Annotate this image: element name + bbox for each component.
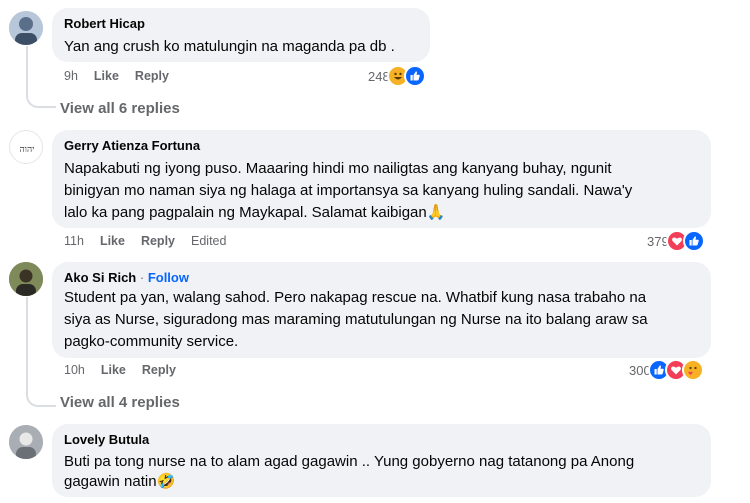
comment-text-line: lalo ka pang pagpalain ng Maykapal. Sala… xyxy=(64,204,446,221)
comment-actions: 11h Like Reply Edited xyxy=(64,234,242,248)
reply-button[interactable]: Reply xyxy=(142,363,176,377)
edited-label: Edited xyxy=(191,234,227,248)
comment-author[interactable]: Lovely Butula xyxy=(64,432,149,447)
avatar-photo-icon xyxy=(9,425,43,459)
comment-time[interactable]: 11h xyxy=(64,234,84,248)
like-button[interactable]: Like xyxy=(101,363,126,377)
avatar[interactable] xyxy=(9,262,43,296)
comment-text-line: gagawin natin🤣 xyxy=(64,473,176,490)
comment-actions: 10h Like Reply xyxy=(64,363,192,377)
comment-actions: 9h Like Reply xyxy=(64,69,185,83)
comment-author[interactable]: Gerry Atienza Fortuna xyxy=(64,138,200,153)
svg-text:יהוה: יהוה xyxy=(19,145,34,155)
avatar[interactable] xyxy=(9,11,43,45)
reply-thread-line xyxy=(26,46,56,108)
reply-button[interactable]: Reply xyxy=(135,69,169,83)
avatar-logo-icon: יהוה xyxy=(19,145,34,155)
comment-bubble: Robert Hicap Yan ang crush ko matulungin… xyxy=(52,8,430,62)
comment-bubble: Lovely Butula Buti pa tong nurse na to a… xyxy=(52,424,711,497)
view-replies-link[interactable]: View all 4 replies xyxy=(60,394,180,411)
comment-text-line: siya as Nurse, siguradong mas maraming m… xyxy=(64,311,648,328)
view-replies-link[interactable]: View all 6 replies xyxy=(60,100,180,117)
follow-button[interactable]: Follow xyxy=(148,270,189,285)
comment-text-line: pagko-community service. xyxy=(64,333,239,350)
comment-time[interactable]: 9h xyxy=(64,69,78,83)
comment-author[interactable]: Ako Si Rich xyxy=(64,270,136,285)
comment-time[interactable]: 10h xyxy=(64,363,85,377)
comment-text: Yan ang crush ko matulungin na maganda p… xyxy=(64,38,395,55)
like-button[interactable]: Like xyxy=(94,69,119,83)
avatar[interactable]: יהוה xyxy=(9,130,43,164)
separator-dot: · xyxy=(136,270,148,285)
reply-button[interactable]: Reply xyxy=(141,234,175,248)
like-button[interactable]: Like xyxy=(100,234,125,248)
avatar[interactable] xyxy=(9,425,43,459)
comment-author[interactable]: Robert Hicap xyxy=(64,16,145,31)
reply-thread-line xyxy=(26,297,56,407)
comment-text-line: Student pa yan, walang sahod. Pero nakap… xyxy=(64,289,647,306)
comment-author-row: Ako Si Rich · Follow xyxy=(64,270,189,285)
reaction-summary[interactable]: 379 xyxy=(647,230,705,252)
comment-text-line: Napakabuti ng iyong puso. Maaaring hindi… xyxy=(64,160,612,177)
comment-text-line: binigyan mo naman siya ng halaga at impo… xyxy=(64,182,633,199)
reaction-summary[interactable]: 300 xyxy=(629,359,704,381)
avatar-photo-icon xyxy=(9,262,43,296)
like-reaction-icon xyxy=(403,65,426,87)
avatar-photo-icon xyxy=(9,11,43,45)
like-reaction-icon xyxy=(682,230,705,252)
comment-text-line: Buti pa tong nurse na to alam agad gagaw… xyxy=(64,453,635,470)
comment-bubble: Ako Si Rich · Follow Student pa yan, wal… xyxy=(52,262,711,358)
comment-bubble: Gerry Atienza Fortuna Napakabuti ng iyon… xyxy=(52,130,711,228)
reaction-summary[interactable]: 248 xyxy=(368,65,426,87)
care-reaction-icon xyxy=(681,359,704,381)
